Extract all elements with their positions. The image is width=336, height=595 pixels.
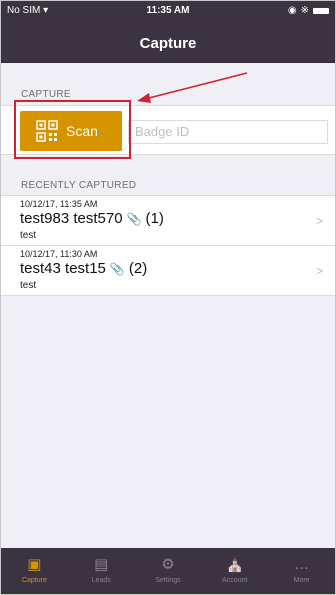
item-count: (2) (128, 260, 148, 277)
item-note: test (20, 230, 37, 241)
chevron-right-icon: > (315, 264, 323, 278)
tab-label: Leads (91, 577, 111, 584)
list-item[interactable]: 10/12/17, 11:35 AM test983 test570 📎 (1)… (1, 196, 335, 246)
item-title: test43 test15 📎 (2) (20, 260, 147, 277)
more-icon: … (294, 556, 310, 573)
tab-account[interactable]: ⛪ Account (201, 548, 268, 594)
tab-label: Account (222, 577, 248, 584)
tab-bar: ▣ Capture ▤ Leads ⚙ Settings ⛪ Account …… (1, 548, 335, 594)
scan-highlight-box (14, 100, 131, 159)
item-name: test43 test15 (20, 260, 106, 277)
tab-more[interactable]: … More (268, 548, 335, 594)
chevron-right-icon: > (315, 214, 323, 228)
attachment-icon: 📎 (126, 211, 142, 226)
item-name: test983 test570 (20, 210, 123, 227)
capture-section-header: CAPTURE (21, 89, 71, 100)
status-icons: ◉ ※ (288, 5, 329, 16)
tab-settings[interactable]: ⚙ Settings (135, 548, 202, 594)
status-bar: No SIM ▾ 11:35 AM ◉ ※ (1, 1, 335, 21)
recent-list: 10/12/17, 11:35 AM test983 test570 📎 (1)… (1, 195, 335, 296)
attachment-icon: 📎 (109, 261, 125, 276)
item-timestamp: 10/12/17, 11:30 AM (20, 249, 98, 259)
lock-rotation-icon: ◉ (287, 5, 297, 16)
item-timestamp: 10/12/17, 11:35 AM (20, 199, 98, 209)
item-title: test983 test570 📎 (1) (20, 210, 164, 227)
top-bar: No SIM ▾ 11:35 AM ◉ ※ Capture (1, 1, 335, 63)
status-time: 11:35 AM (146, 5, 190, 16)
item-note: test (20, 280, 37, 291)
tab-label: Capture (21, 577, 47, 584)
recent-section-header: RECENTLY CAPTURED (21, 180, 137, 191)
item-count: (1) (145, 210, 164, 227)
phone-screen: No SIM ▾ 11:35 AM ◉ ※ Capture CAPTURE Sc… (0, 0, 336, 595)
list-item[interactable]: 10/12/17, 11:30 AM test43 test15 📎 (2) t… (1, 246, 335, 296)
tab-label: Settings (155, 577, 181, 584)
tab-label: More (293, 577, 310, 584)
bank-icon: ⛪ (225, 556, 245, 573)
leads-icon: ▤ (94, 556, 109, 573)
tab-leads[interactable]: ▤ Leads (68, 548, 135, 594)
battery-icon (313, 7, 329, 14)
gear-icon: ⚙ (161, 556, 175, 573)
page-title: Capture (139, 35, 197, 52)
badge-id-input[interactable]: Badge ID (128, 120, 328, 144)
bluetooth-icon: ※ (300, 5, 309, 16)
tab-capture[interactable]: ▣ Capture (1, 548, 68, 594)
annotation-arrow-icon (137, 72, 248, 103)
capture-icon: ▣ (27, 556, 42, 573)
